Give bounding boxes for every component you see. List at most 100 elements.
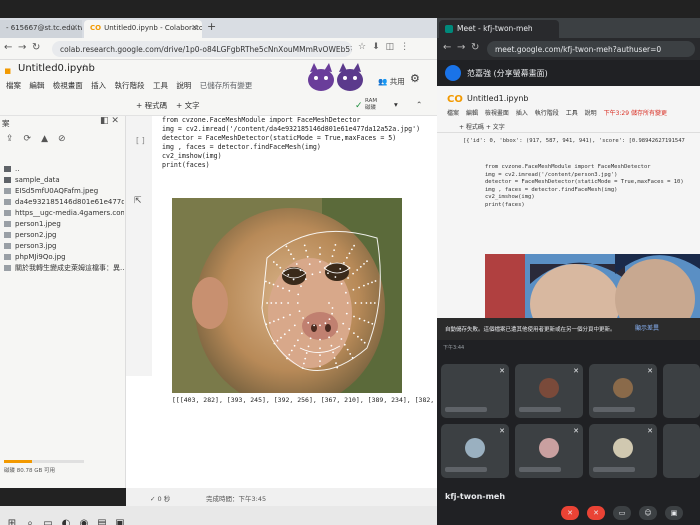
meet-logo-icon bbox=[445, 25, 453, 33]
file-icon bbox=[4, 254, 11, 260]
url-field[interactable]: colab.research.google.com/drive/1p0-o84L… bbox=[52, 41, 352, 57]
app-icon[interactable]: ▣ bbox=[114, 518, 126, 525]
extension-icons[interactable]: ☆⬇◫⋮ bbox=[358, 42, 415, 52]
mesh-point bbox=[282, 287, 284, 290]
expand-icon[interactable]: ⌃ bbox=[416, 100, 422, 109]
captions-button[interactable]: ▭ bbox=[613, 506, 631, 520]
reload-icon[interactable]: ↻ bbox=[471, 42, 479, 53]
code-line: from cvzone.FaceMeshModule import FaceMe… bbox=[485, 164, 651, 170]
close-icon[interactable]: ✕ bbox=[191, 23, 198, 32]
avatar bbox=[613, 378, 633, 398]
folder-icon bbox=[4, 166, 11, 172]
mesh-point bbox=[319, 324, 321, 327]
mesh-point bbox=[336, 330, 338, 333]
chrome-icon[interactable]: ◉ bbox=[78, 518, 90, 525]
disk-usage-bar bbox=[4, 460, 84, 463]
mic-off-button[interactable]: ✕ bbox=[561, 506, 579, 520]
file-item[interactable]: da4e932185146d801e61e477da12... bbox=[4, 197, 124, 208]
file-item[interactable]: .. bbox=[4, 164, 124, 175]
ram-disk-indicator[interactable]: RAM 磁碟 bbox=[365, 98, 377, 112]
file-item[interactable]: https__ugc-media.4gamers.com.tw... bbox=[4, 208, 124, 219]
tab-colab[interactable]: CO Untitled0.ipynb - Colaborator ✕ bbox=[84, 20, 202, 38]
menu-insert[interactable]: 插入 bbox=[91, 81, 106, 90]
mesh-point bbox=[348, 328, 351, 330]
forward-icon[interactable]: → bbox=[18, 42, 26, 53]
menu-runtime[interactable]: 執行階段 bbox=[115, 81, 145, 90]
mesh-point bbox=[346, 302, 349, 304]
close-icon[interactable]: ✕ bbox=[71, 23, 78, 32]
participant-tile[interactable]: ✕ bbox=[515, 424, 583, 478]
file-item[interactable]: person1.jpeg bbox=[4, 219, 124, 230]
camera-off-button[interactable]: ✕ bbox=[587, 506, 605, 520]
refresh-folder-icon[interactable]: ⟳ bbox=[24, 134, 42, 144]
mesh-point bbox=[333, 249, 335, 251]
autosave-toast: 自動儲存失敗。這個檔案已遭其他使用者更新或在另一個分頁中更新。 顯示差異 bbox=[437, 318, 700, 340]
search-icon[interactable]: ⌕ bbox=[24, 518, 36, 525]
task-view-icon[interactable]: ▭ bbox=[42, 518, 54, 525]
star-icon[interactable]: ☆ bbox=[80, 63, 89, 74]
mesh-point bbox=[304, 278, 307, 281]
tab-email[interactable]: - 615667@st.tc.edu.tw ✕ bbox=[0, 20, 82, 38]
file-name: phpMJi9Qo.jpg bbox=[15, 253, 66, 261]
mesh-point bbox=[298, 310, 301, 312]
mic-off-icon: ✕ bbox=[647, 367, 653, 375]
participant-tile[interactable]: ✕ bbox=[589, 364, 657, 418]
drive-icon[interactable]: ▲ bbox=[41, 134, 58, 144]
tab-meet[interactable]: Meet - kfj-twon-meh bbox=[439, 20, 559, 38]
mesh-point bbox=[311, 273, 314, 276]
participant-tile[interactable] bbox=[663, 424, 700, 478]
file-item[interactable]: EISd5mfU0AQFafm.jpeg bbox=[4, 186, 124, 197]
file-item[interactable]: person2.jpg bbox=[4, 230, 124, 241]
code-cell[interactable]: from cvzone.FaceMeshModule import FaceMe… bbox=[162, 116, 420, 170]
mesh-point bbox=[319, 347, 321, 350]
mesh-point bbox=[354, 302, 357, 304]
add-code-button[interactable]: + 程式碼 bbox=[136, 100, 167, 111]
explorer-icon[interactable]: ▤ bbox=[96, 518, 108, 525]
share-button[interactable]: 👥 共用 bbox=[378, 76, 405, 87]
sidebar-window-icons[interactable]: ◧ ✕ bbox=[100, 116, 119, 126]
hide-files-icon[interactable]: ⊘ bbox=[58, 134, 76, 144]
emoji-button[interactable]: ☺ bbox=[639, 506, 657, 520]
menu-view[interactable]: 檢視畫面 bbox=[53, 81, 83, 90]
edge-icon[interactable]: ◐ bbox=[60, 518, 72, 525]
mesh-point bbox=[301, 332, 303, 335]
shared-output-line: [{'id': 0, 'bbox': (917, 587, 941, 941),… bbox=[463, 138, 685, 144]
participant-tile[interactable]: ✕ bbox=[441, 424, 509, 478]
upload-icon[interactable]: ⇪ bbox=[6, 134, 24, 144]
runtime-dropdown-icon[interactable]: ▾ bbox=[394, 100, 398, 109]
mesh-point bbox=[287, 249, 290, 251]
menu-tools[interactable]: 工具 bbox=[153, 81, 168, 90]
mesh-point bbox=[367, 283, 369, 285]
add-text-button[interactable]: + 文字 bbox=[176, 100, 200, 111]
desktop-screen: - 615667@st.tc.edu.tw ✕ CO Untitled0.ipynb… bbox=[0, 0, 700, 525]
colab-logo-icon[interactable]: ▪ bbox=[4, 64, 11, 77]
back-icon[interactable]: ← bbox=[4, 42, 12, 53]
mesh-point bbox=[309, 337, 312, 340]
file-item[interactable]: sample_data bbox=[4, 175, 124, 186]
gear-icon[interactable]: ⚙ bbox=[410, 72, 420, 85]
participant-tile[interactable]: ✕ bbox=[589, 424, 657, 478]
participant-tile[interactable] bbox=[663, 364, 700, 418]
mesh-point bbox=[307, 345, 310, 348]
meet-url-field[interactable]: meet.google.com/kfj-twon-meh?authuser=0 bbox=[487, 41, 695, 57]
menu-file[interactable]: 檔案 bbox=[6, 81, 21, 90]
participant-tile[interactable]: ✕ bbox=[515, 364, 583, 418]
participant-tile[interactable]: ✕ bbox=[441, 364, 509, 418]
completed-time: 完成時間：下午3:45 bbox=[206, 495, 267, 503]
present-button[interactable]: ▣ bbox=[665, 506, 683, 520]
new-tab-button[interactable]: + bbox=[207, 20, 216, 33]
save-status[interactable]: 已儲存所有變更 bbox=[200, 81, 253, 90]
file-item[interactable]: person3.jpg bbox=[4, 241, 124, 252]
menu-edit[interactable]: 編輯 bbox=[29, 81, 44, 90]
forward-icon[interactable]: → bbox=[457, 42, 465, 53]
menu-help[interactable]: 說明 bbox=[176, 81, 191, 90]
file-item[interactable]: 關於我轉生變成史萊姆這檔事：異... bbox=[4, 263, 124, 274]
back-icon[interactable]: ← bbox=[443, 42, 451, 53]
windows-start-icon[interactable]: ⊞ bbox=[6, 518, 18, 525]
reload-icon[interactable]: ↻ bbox=[32, 42, 40, 53]
code-line: img = cv2.imread('/content/da4e932185146… bbox=[162, 125, 421, 133]
mesh-point bbox=[340, 282, 343, 285]
run-cell-icon[interactable]: [ ] bbox=[136, 136, 145, 145]
file-item[interactable]: phpMJi9Qo.jpg bbox=[4, 252, 124, 263]
output-icon[interactable]: ⇱ bbox=[134, 196, 142, 206]
